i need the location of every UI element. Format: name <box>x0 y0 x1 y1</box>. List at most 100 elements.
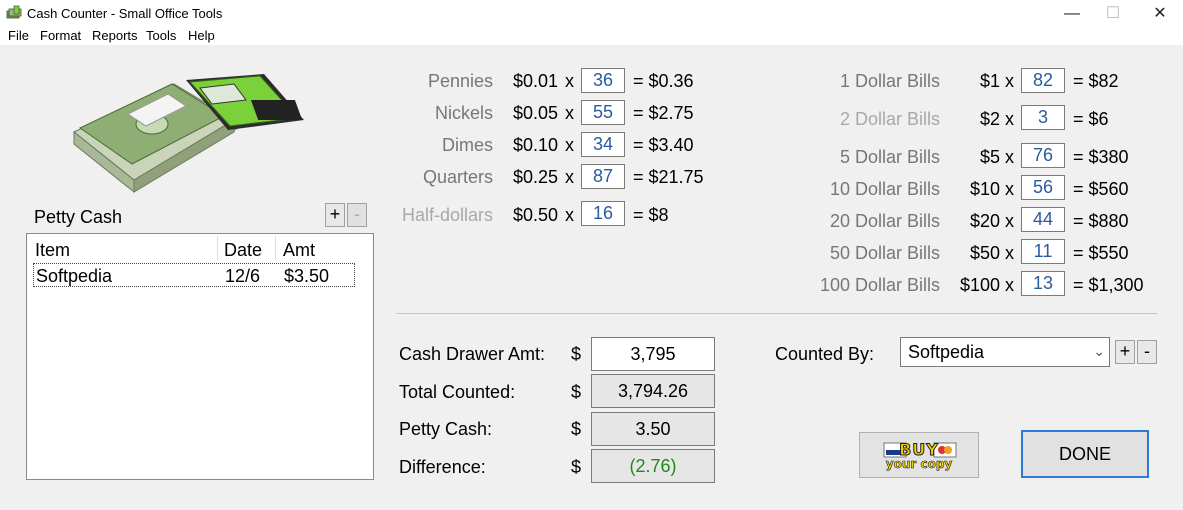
bill-rate-2: $2 <box>979 109 1000 129</box>
section-divider <box>396 313 1157 314</box>
bill-label-1: 1 Dollar Bills <box>839 71 940 91</box>
petty-cash-list[interactable]: Item Date Amt Softpedia 12/6 $3.50 <box>26 233 374 480</box>
chevron-down-icon[interactable]: ⌄ <box>1093 343 1105 360</box>
petty-cash-value: 3.50 <box>591 412 715 446</box>
fifty-dollar-quantity-input[interactable]: 11 <box>1021 239 1065 264</box>
coin-rate-nickels: $0.05 <box>513 103 559 123</box>
counted-by-label: Counted By: <box>775 344 875 364</box>
cash-drawer-label: Cash Drawer Amt: <box>399 344 546 364</box>
bill-label-10: 10 Dollar Bills <box>829 179 940 199</box>
your-copy-text: your copy <box>885 457 953 472</box>
currency-sign: $ <box>571 457 582 477</box>
bill-rate-1: $1 <box>979 71 1000 91</box>
total-counted-label: Total Counted: <box>399 382 516 402</box>
currency-sign: $ <box>571 344 582 364</box>
multiply-sign: x <box>1005 71 1014 91</box>
pennies-quantity-input[interactable]: 36 <box>581 68 625 93</box>
menu-tools[interactable]: Tools <box>146 28 176 43</box>
column-header-item[interactable]: Item <box>35 240 70 261</box>
multiply-sign: x <box>1005 109 1014 129</box>
bill-total-2: = $6 <box>1073 109 1109 129</box>
title-bar: Cash Counter - Small Office Tools — ☐ ✕ <box>0 0 1183 27</box>
twenty-dollar-quantity-input[interactable]: 44 <box>1021 207 1065 232</box>
counted-by-select[interactable]: Softpedia ⌄ <box>900 337 1110 367</box>
coin-label-pennies: Pennies <box>427 71 493 91</box>
close-button[interactable]: ✕ <box>1137 0 1183 27</box>
multiply-sign: x <box>1005 179 1014 199</box>
multiply-sign: x <box>565 167 574 187</box>
bill-total-5: = $380 <box>1073 147 1129 167</box>
coin-rate-pennies: $0.01 <box>513 71 559 91</box>
coin-total-dimes: = $3.40 <box>633 135 694 155</box>
multiply-sign: x <box>565 103 574 123</box>
coin-label-quarters: Quarters <box>422 167 493 187</box>
quarters-quantity-input[interactable]: 87 <box>581 164 625 189</box>
coin-total-pennies: = $0.36 <box>633 71 694 91</box>
row-date: 12/6 <box>225 266 261 286</box>
petty-cash-title: Petty Cash <box>34 207 123 227</box>
bill-label-20: 20 Dollar Bills <box>829 211 940 231</box>
bill-label-5: 5 Dollar Bills <box>839 147 940 167</box>
multiply-sign: x <box>1005 211 1014 231</box>
cash-app-icon <box>6 5 22 19</box>
coin-total-nickels: = $2.75 <box>633 103 694 123</box>
counted-by-value: Softpedia <box>908 342 985 362</box>
bill-total-50: = $550 <box>1073 243 1129 263</box>
maximize-button: ☐ <box>1105 5 1121 22</box>
bill-label-100: 100 Dollar Bills <box>819 275 940 295</box>
bill-rate-100: $100 <box>959 275 1000 295</box>
cash-drawer-amount-input[interactable]: 3,795 <box>591 337 715 371</box>
done-button[interactable]: DONE <box>1021 430 1149 478</box>
menu-format[interactable]: Format <box>40 28 81 43</box>
column-header-amt[interactable]: Amt <box>283 240 315 261</box>
bill-rate-50: $50 <box>969 243 1000 263</box>
nickels-quantity-input[interactable]: 55 <box>581 100 625 125</box>
bill-total-20: = $880 <box>1073 211 1129 231</box>
five-dollar-quantity-input[interactable]: 76 <box>1021 143 1065 168</box>
remove-petty-item-button: - <box>347 203 367 227</box>
multiply-sign: x <box>1005 147 1014 167</box>
ten-dollar-quantity-input[interactable]: 56 <box>1021 175 1065 200</box>
currency-sign: $ <box>571 419 582 439</box>
coin-rate-quarters: $0.25 <box>513 167 559 187</box>
cash-stack-illustration <box>73 74 304 194</box>
dimes-quantity-input[interactable]: 34 <box>581 132 625 157</box>
menu-bar: File Format Reports Tools Help <box>0 27 1183 45</box>
multiply-sign: x <box>565 71 574 91</box>
column-header-date[interactable]: Date <box>224 240 262 261</box>
table-row[interactable]: Softpedia 12/6 $3.50 <box>33 263 355 287</box>
bill-rate-10: $10 <box>969 179 1000 199</box>
bill-total-100: = $1,300 <box>1073 275 1144 295</box>
coin-total-half-dollars: = $8 <box>633 205 669 225</box>
coin-label-dimes: Dimes <box>441 135 493 155</box>
coin-label-nickels: Nickels <box>434 103 493 123</box>
add-counter-button[interactable]: + <box>1115 340 1135 364</box>
coin-total-quarters: = $21.75 <box>633 167 704 187</box>
one-dollar-quantity-input[interactable]: 82 <box>1021 68 1065 93</box>
two-dollar-quantity-input[interactable]: 3 <box>1021 105 1065 130</box>
minimize-button[interactable]: — <box>1049 0 1095 27</box>
bill-total-1: = $82 <box>1073 71 1119 91</box>
row-item: Softpedia <box>36 266 113 286</box>
currency-sign: $ <box>571 382 582 402</box>
difference-value: (2.76) <box>591 449 715 483</box>
window-title: Cash Counter - Small Office Tools <box>27 6 223 21</box>
difference-label: Difference: <box>399 457 486 477</box>
multiply-sign: x <box>1005 275 1014 295</box>
bill-rate-5: $5 <box>979 147 1000 167</box>
multiply-sign: x <box>1005 243 1014 263</box>
buy-your-copy-button[interactable]: BUY your copy <box>859 432 979 478</box>
remove-counter-button[interactable]: - <box>1137 340 1157 364</box>
bill-label-2: 2 Dollar Bills <box>839 109 940 129</box>
add-petty-item-button[interactable]: + <box>325 203 345 227</box>
half-dollars-quantity-input[interactable]: 16 <box>581 201 625 226</box>
coin-label-half-dollars: Half-dollars <box>401 205 493 225</box>
multiply-sign: x <box>565 205 574 225</box>
coin-rate-dimes: $0.10 <box>513 135 559 155</box>
hundred-dollar-quantity-input[interactable]: 13 <box>1021 271 1065 296</box>
menu-help[interactable]: Help <box>188 28 215 43</box>
menu-reports[interactable]: Reports <box>92 28 138 43</box>
bill-total-10: = $560 <box>1073 179 1129 199</box>
menu-file[interactable]: File <box>8 28 29 43</box>
total-counted-value: 3,794.26 <box>591 374 715 408</box>
